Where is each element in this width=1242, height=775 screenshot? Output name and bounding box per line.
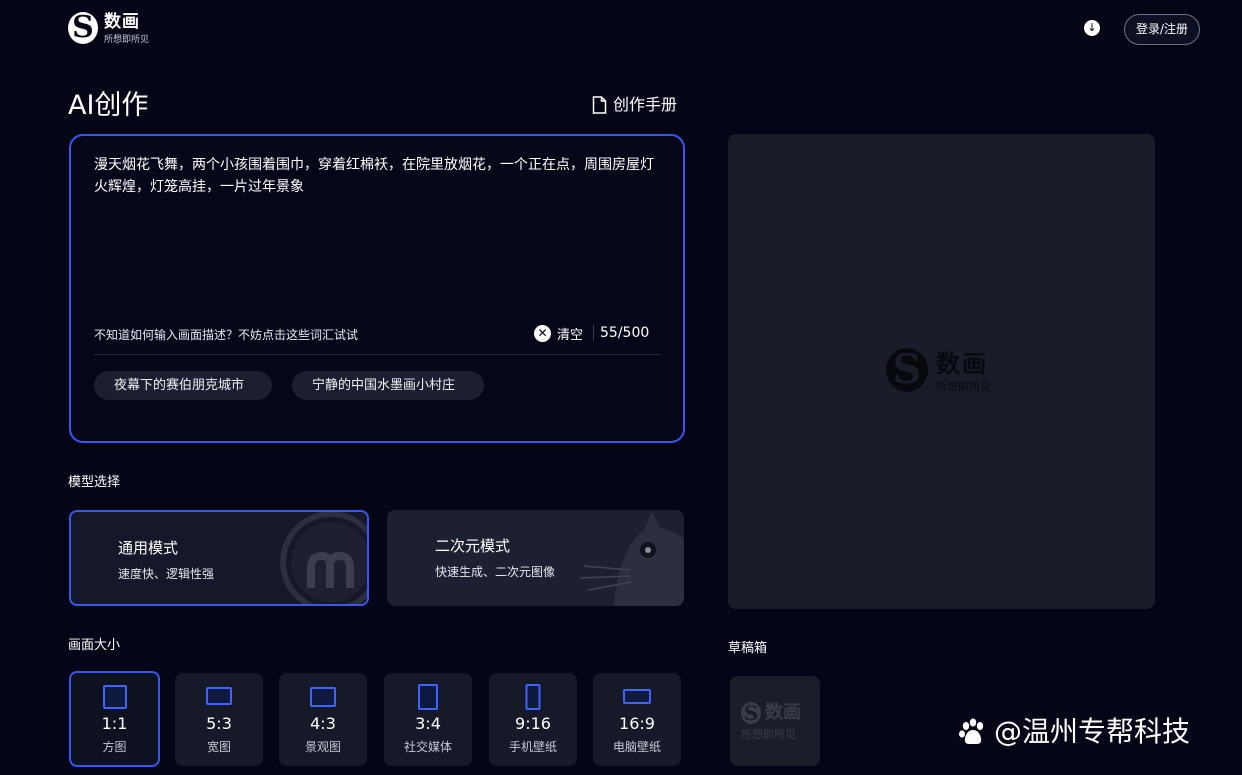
size-label: 手机壁纸 [508, 740, 557, 754]
suggestion-chip[interactable]: 宁静的中国水墨画小村庄 [292, 371, 484, 400]
clear-label: 清空 [557, 327, 584, 343]
size-option-1-1[interactable]: 1:1 方图 [69, 671, 160, 767]
baidu-paw-icon [959, 718, 984, 744]
size-ratio: 4:3 [310, 714, 336, 733]
draft-item[interactable]: S 数画 所想即所见 [730, 676, 820, 766]
document-icon [592, 96, 607, 114]
creation-manual-link[interactable]: 创作手册 [592, 94, 677, 116]
suggestion-chip[interactable]: 夜幕下的赛伯朋克城市 [94, 371, 272, 400]
portrait-ratio-icon [418, 684, 438, 710]
size-ratio: 16:9 [619, 714, 655, 733]
creation-manual-label: 创作手册 [613, 95, 678, 114]
preview-logo-slogan: 所想即所见 [936, 380, 991, 393]
model-subtitle: 快速生成、二次元图像 [435, 565, 556, 579]
landscape-ratio-icon [310, 687, 336, 707]
drafts-label: 草稿箱 [728, 641, 768, 656]
login-register-button[interactable]: 登录/注册 [1124, 14, 1200, 45]
prompt-input-box[interactable]: 漫天烟花飞舞，两个小孩围着围巾，穿着红棉袄，在院里放烟花，一个正在点，周围房屋灯… [69, 134, 685, 443]
model-subtitle: 速度快、逻辑性强 [118, 567, 215, 581]
logo-name: 数画 [104, 12, 140, 32]
size-ratio: 3:4 [415, 714, 441, 733]
phone-ratio-icon [525, 684, 541, 710]
size-option-4-3[interactable]: 4:3 景观图 [279, 673, 367, 766]
model-title: 二次元模式 [435, 537, 511, 555]
image-preview-panel: S 数画 所想即所见 [728, 134, 1155, 609]
general-model-illustration-icon [280, 512, 367, 604]
size-label: 宽图 [206, 740, 231, 754]
logo-slogan: 所想即所见 [104, 35, 150, 45]
wide-ratio-icon [206, 687, 232, 705]
size-ratio: 1:1 [101, 714, 128, 733]
prompt-textarea[interactable]: 漫天烟花飞舞，两个小孩围着围巾，穿着红棉袄，在院里放烟花，一个正在点，周围房屋灯… [94, 154, 664, 198]
model-title: 通用模式 [118, 539, 179, 557]
size-ratio: 5:3 [206, 714, 232, 733]
draft-logo-slogan: 所想即所见 [741, 728, 796, 741]
model-card-anime[interactable]: 二次元模式 快速生成、二次元图像 [387, 510, 684, 606]
logo-mark-icon: S [741, 702, 761, 724]
size-option-5-3[interactable]: 5:3 宽图 [175, 673, 263, 766]
model-card-general[interactable]: 通用模式 速度快、逻辑性强 [69, 510, 369, 606]
logo-mark-icon: S [68, 12, 98, 44]
draft-logo-name: 数画 [765, 702, 801, 723]
logo-mark-icon: S [886, 348, 928, 392]
download-icon[interactable]: ↓ [1084, 20, 1100, 36]
size-label: 社交媒体 [403, 740, 452, 754]
size-label: 电脑壁纸 [612, 740, 661, 754]
preview-placeholder-logo: S 数画 所想即所见 [886, 348, 1006, 394]
site-logo[interactable]: S 数画 所想即所见 [68, 10, 158, 48]
preview-logo-name: 数画 [936, 350, 988, 378]
clear-button[interactable]: ✕ 清空 [534, 323, 583, 343]
size-label: 方图 [102, 740, 127, 754]
size-option-16-9[interactable]: 16:9 电脑壁纸 [593, 673, 681, 766]
prompt-hint: 不知道如何输入画面描述？不妨点击这些词汇试试 [94, 328, 359, 342]
size-section-label: 画面大小 [68, 638, 121, 653]
draft-placeholder-logo: S 数画 所想即所见 [741, 702, 811, 742]
anime-model-illustration-icon [579, 512, 684, 606]
watermark: @温州专帮科技 [958, 712, 1190, 752]
page-title: AI创作 [68, 90, 149, 121]
size-option-9-16[interactable]: 9:16 手机壁纸 [489, 673, 577, 766]
size-ratio: 9:16 [515, 714, 551, 733]
character-counter: 55/500 [600, 325, 650, 341]
watermark-text: @温州专帮科技 [994, 715, 1191, 748]
prompt-divider [94, 354, 661, 355]
square-ratio-icon [102, 685, 127, 709]
desktop-ratio-icon [623, 689, 651, 704]
size-option-3-4[interactable]: 3:4 社交媒体 [384, 673, 472, 766]
model-section-label: 模型选择 [68, 475, 121, 490]
counter-divider [593, 325, 594, 341]
size-label: 景观图 [304, 740, 341, 754]
clear-icon: ✕ [534, 324, 551, 342]
